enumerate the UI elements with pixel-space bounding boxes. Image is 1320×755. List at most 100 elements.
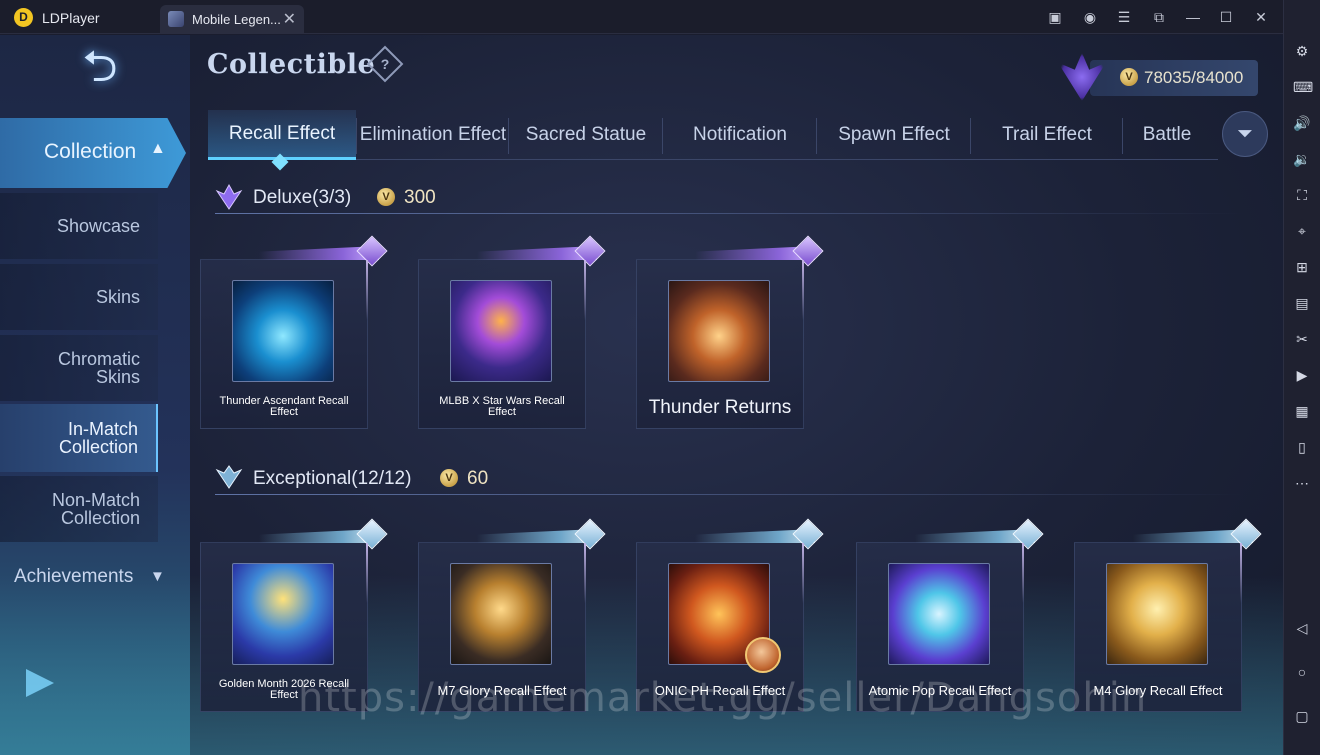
card-side-glow <box>1022 543 1024 603</box>
keyboard-icon[interactable]: ⌨ <box>1293 78 1313 96</box>
account-icon[interactable]: ◉ <box>1081 8 1099 26</box>
section-divider <box>215 213 1245 214</box>
game-viewport: ⮌ Collectible ? V 78035/84000 Recall Eff… <box>0 35 1283 755</box>
screenshot-icon[interactable]: ⛶ <box>1293 186 1311 204</box>
card-side-glow <box>802 260 804 320</box>
filter-icon[interactable]: ⏷ <box>1222 111 1268 157</box>
section-title: Exceptional(12/12) <box>253 468 412 489</box>
section-price: 300 <box>404 187 436 208</box>
coin-icon: V <box>440 469 458 487</box>
card-side-glow <box>802 543 804 603</box>
coin-icon: V <box>377 188 395 206</box>
recall-effect-art <box>1106 563 1208 665</box>
section-divider <box>215 494 1245 495</box>
ldplayer-logo-icon: D <box>14 8 33 27</box>
home-nav-icon[interactable]: ○ <box>1293 663 1311 681</box>
deluxe-gem-icon <box>356 235 388 267</box>
tab-separator <box>356 118 357 154</box>
chevron-up-icon: ▲ <box>150 140 166 157</box>
tab-separator <box>970 118 971 154</box>
tab-mobile-legends[interactable]: Mobile Legen... ✕ <box>160 5 304 33</box>
card-name: Thunder Returns <box>648 397 792 418</box>
tab-separator <box>662 118 663 154</box>
recall-effect-art <box>232 563 334 665</box>
sidebar-item-in-match-collection[interactable]: In-Match Collection <box>0 404 158 472</box>
sidebar-item-label: Non-Match Collection <box>51 490 140 528</box>
collectible-card[interactable]: MLBB X Star Wars Recall Effect <box>418 235 606 429</box>
popout-icon[interactable]: ⧉ <box>1150 8 1168 26</box>
tab-notification[interactable]: Notification <box>664 110 816 160</box>
recall-effect-art <box>668 280 770 382</box>
sidebar-item-chromatic-skins[interactable]: Chromatic Skins <box>0 335 158 401</box>
help-glyph: ? <box>380 56 390 72</box>
exceptional-gem-icon <box>1012 518 1044 550</box>
location-icon[interactable]: ⌖ <box>1293 222 1311 240</box>
watermark: https://gamemarket.gg/seller/Dangsohin <box>298 675 1148 721</box>
maximize-icon[interactable]: ☐ <box>1217 8 1235 26</box>
tab-close-icon[interactable]: ✕ <box>283 9 296 29</box>
exceptional-gem-icon <box>215 465 243 489</box>
chevron-down-icon: ▼ <box>150 568 165 585</box>
close-icon[interactable]: ✕ <box>1252 8 1270 26</box>
recall-effect-art <box>888 563 990 665</box>
record-icon[interactable]: ▶ <box>1293 366 1311 384</box>
exceptional-gem-icon <box>792 518 824 550</box>
menu-icon[interactable]: ☰ <box>1115 8 1133 26</box>
volume-up-icon[interactable]: 🔊 <box>1293 114 1311 132</box>
shake-icon[interactable]: ▯ <box>1293 438 1311 456</box>
deluxe-gem-icon <box>574 235 606 267</box>
collectible-card[interactable]: Thunder Returns <box>636 235 824 429</box>
add-window-icon[interactable]: ⊞ <box>1293 258 1311 276</box>
emulator-toolbar: ⚙ ⌨ 🔊 🔉 ⛶ ⌖ ⊞ ▤ ✂ ▶ ▦ ▯ ⋯ ◁ ○ ▢ <box>1283 0 1320 755</box>
card-side-glow <box>366 260 368 320</box>
recall-effect-art <box>450 563 552 665</box>
game-icon <box>168 11 184 27</box>
sidebar-item-label: In-Match Collection <box>58 419 138 457</box>
tab-separator <box>1122 118 1123 154</box>
sidebar-item-label: Chromatic Skins <box>57 349 140 387</box>
collectible-card[interactable]: Thunder Ascendant Recall Effect <box>200 235 388 429</box>
card-side-glow <box>1240 543 1242 603</box>
currency-value: 78035/84000 <box>1144 68 1244 87</box>
minimize-icon[interactable]: — <box>1184 8 1202 26</box>
tab-spawn-effect[interactable]: Spawn Effect <box>818 110 970 160</box>
section-price: 60 <box>467 468 489 489</box>
card-name: MLBB X Star Wars Recall Effect <box>439 395 565 418</box>
recent-nav-icon[interactable]: ▢ <box>1293 707 1311 725</box>
nav-achievements[interactable]: Achievements <box>14 566 133 588</box>
emulator-titlebar: D LDPlayer Mobile Legen... ✕ ▣ ◉ ☰ ⧉ — ☐… <box>0 0 1320 34</box>
tab-elimination-effect[interactable]: Elimination Effect <box>358 110 508 160</box>
tab-sacred-statue[interactable]: Sacred Statue <box>510 110 662 160</box>
operation-record-icon[interactable]: ▦ <box>1293 402 1311 420</box>
back-arrow-icon[interactable]: ⮌ <box>60 45 140 89</box>
section-deluxe: Deluxe(3/3) V 300 <box>215 183 1255 214</box>
tab-trail-effect[interactable]: Trail Effect <box>972 110 1122 160</box>
sidebar-item-showcase[interactable]: Showcase <box>0 193 158 259</box>
more-icon[interactable]: ⋯ <box>1293 474 1311 492</box>
settings-icon[interactable]: ⚙ <box>1293 42 1311 60</box>
play-icon[interactable] <box>26 669 54 697</box>
page-title: Collectible <box>207 49 376 80</box>
gift-icon[interactable]: ▣ <box>1046 8 1064 26</box>
exceptional-gem-icon <box>356 518 388 550</box>
tab-recall-effect[interactable]: Recall Effect <box>208 110 356 160</box>
apk-icon[interactable]: ▤ <box>1293 294 1311 312</box>
sidebar-item-non-match-collection[interactable]: Non-Match Collection <box>0 476 158 542</box>
sidebar-item-skins[interactable]: Skins <box>0 264 158 330</box>
tab-label: Mobile Legen... <box>192 12 281 27</box>
scissors-icon[interactable]: ✂ <box>1293 330 1311 348</box>
volume-down-icon[interactable]: 🔉 <box>1293 150 1311 168</box>
tab-battle[interactable]: Battle <box>1124 110 1210 160</box>
app-name: LDPlayer <box>42 10 100 26</box>
hero-avatar <box>745 637 781 673</box>
deluxe-gem-icon <box>215 183 243 210</box>
coin-icon: V <box>1120 68 1138 86</box>
back-nav-icon[interactable]: ◁ <box>1293 619 1311 637</box>
section-title: Deluxe(3/3) <box>253 187 352 208</box>
exceptional-gem-icon <box>574 518 606 550</box>
nav-collection-label: Collection <box>44 140 137 163</box>
card-side-glow <box>584 543 586 603</box>
sidebar-item-label: Skins <box>95 287 140 307</box>
card-name: Thunder Ascendant Recall Effect <box>219 395 349 418</box>
deluxe-gem-icon <box>792 235 824 267</box>
